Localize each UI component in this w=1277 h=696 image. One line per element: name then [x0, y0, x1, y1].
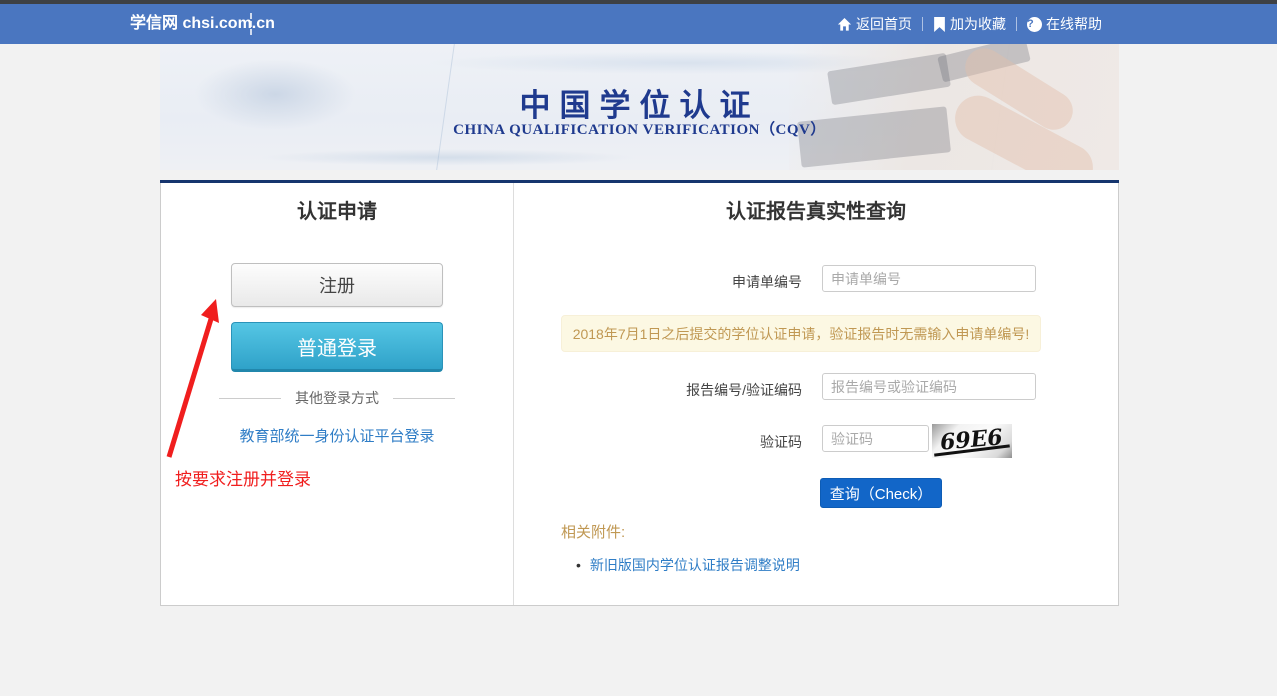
main-content: 认证申请 注册 普通登录 其他登录方式 教育部统一身份认证平台登录 按要求注册并… [160, 183, 1119, 606]
notice-message: 2018年7月1日之后提交的学位认证申请，验证报告时无需输入申请单编号! [561, 315, 1041, 352]
register-button[interactable]: 注册 [231, 263, 443, 307]
apply-panel-title: 认证申请 [161, 195, 513, 224]
apply-panel: 认证申请 注册 普通登录 其他登录方式 教育部统一身份认证平台登录 按要求注册并… [161, 183, 513, 605]
topbar-separator [1016, 17, 1017, 31]
attachment-list-item: 新旧版国内学位认证报告调整说明 [576, 555, 800, 575]
report-no-input[interactable] [822, 373, 1036, 400]
report-no-label: 报告编号/验证编码 [514, 380, 802, 400]
attachments-title: 相关附件: [561, 521, 625, 542]
brand-separator [250, 13, 252, 35]
red-annotation-arrow [161, 297, 223, 465]
captcha-input[interactable] [822, 425, 929, 452]
divider-line [393, 398, 455, 399]
verify-panel: 认证报告真实性查询 申请单编号 2018年7月1日之后提交的学位认证申请，验证报… [514, 183, 1118, 605]
captcha-label: 验证码 [514, 432, 802, 452]
check-button[interactable]: 查询（Check） [820, 478, 942, 508]
apply-no-label: 申请单编号 [514, 272, 802, 292]
topbar-link-help[interactable]: ? 在线帮助 [1027, 14, 1102, 34]
topbar-link-favorite[interactable]: 加为收藏 [933, 14, 1006, 34]
topbar: 学信网 chsi.com.cn 返回首页 加为收藏 ? 在线帮助 [0, 4, 1277, 44]
banner: 中国学位认证 CHINA QUALIFICATION VERIFICATION（… [160, 44, 1119, 170]
other-login-label: 其他登录方式 [295, 388, 379, 408]
captcha-image[interactable]: 69E6 [932, 424, 1012, 458]
divider-line [219, 398, 281, 399]
help-icon: ? [1027, 17, 1042, 32]
topbar-separator [922, 17, 923, 31]
apply-no-input[interactable] [822, 265, 1036, 292]
home-icon [837, 17, 852, 32]
topbar-link-label: 在线帮助 [1046, 14, 1102, 34]
topbar-links: 返回首页 加为收藏 ? 在线帮助 [837, 4, 1102, 44]
topbar-link-label: 加为收藏 [950, 14, 1006, 34]
site-logo[interactable]: 学信网 chsi.com.cn [130, 4, 275, 44]
banner-subtitle: CHINA QUALIFICATION VERIFICATION（CQV） [160, 118, 1119, 139]
red-annotation-text: 按要求注册并登录 [175, 465, 311, 490]
attachment-link[interactable]: 新旧版国内学位认证报告调整说明 [590, 557, 800, 573]
topbar-link-label: 返回首页 [856, 14, 912, 34]
topbar-link-home[interactable]: 返回首页 [837, 14, 912, 34]
bookmark-icon [933, 17, 946, 32]
login-button[interactable]: 普通登录 [231, 322, 443, 372]
verify-panel-title: 认证报告真实性查询 [514, 195, 1118, 224]
